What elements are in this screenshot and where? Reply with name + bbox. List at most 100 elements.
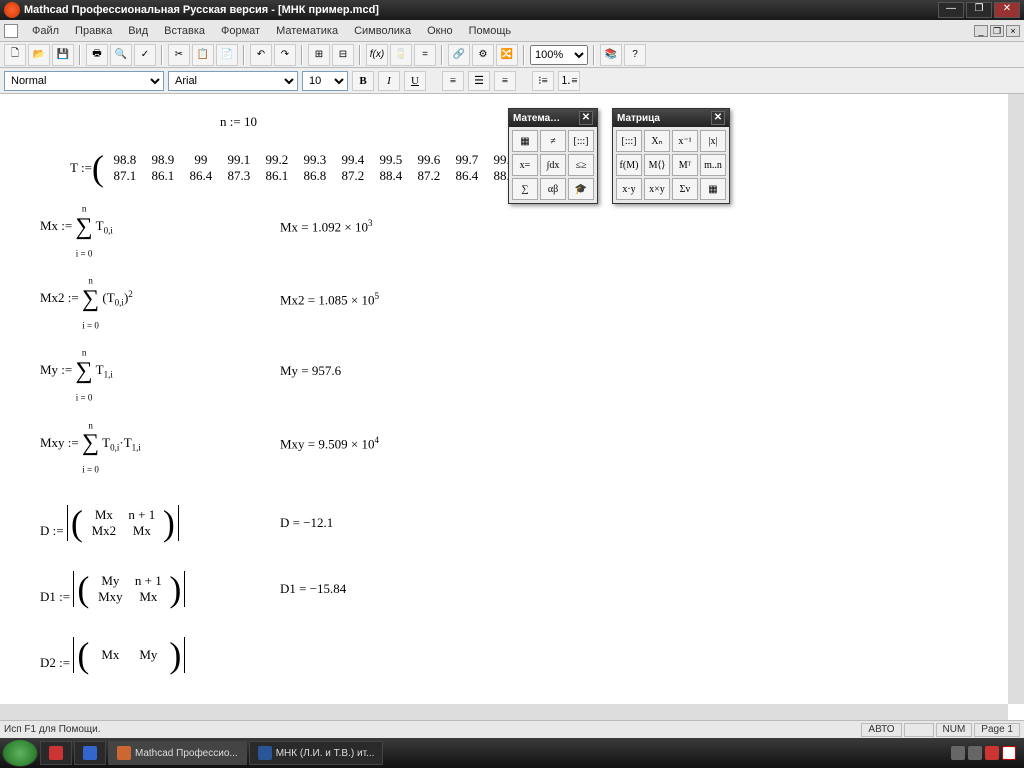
doc-icon	[4, 24, 18, 38]
eq-Mx[interactable]: Mx := n ∑ i = 0 T0,i Mx = 1.092 × 103	[40, 196, 984, 258]
eq-D[interactable]: D := ( Mxn + 1 Mx2Mx ) D = −12.1	[40, 505, 984, 541]
align-center-button[interactable]: ☰	[468, 71, 490, 91]
palette-button[interactable]: m..n	[700, 154, 726, 176]
save-button[interactable]: 💾	[52, 44, 74, 66]
size-select[interactable]: 10	[302, 71, 348, 91]
undo-button[interactable]: ↶	[250, 44, 272, 66]
palette-button[interactable]: ▦	[700, 178, 726, 200]
palette-button[interactable]: ∫dx	[540, 154, 566, 176]
bold-button[interactable]: B	[352, 71, 374, 91]
task-mathcad[interactable]: Mathcad Профессио...	[108, 741, 247, 765]
eq-Mx2[interactable]: Mx2 := n ∑ i = 0 (T0,i)2 Mx2 = 1.085 × 1…	[40, 268, 984, 330]
format-toolbar: Normal Arial 10 B I U ≡ ☰ ≡ ⁝≡ ⒈≡	[0, 68, 1024, 94]
component1-button[interactable]: 🔗	[448, 44, 470, 66]
maximize-button[interactable]: ❐	[966, 2, 992, 18]
minimize-button[interactable]: —	[938, 2, 964, 18]
mdi-minimize[interactable]: _	[974, 25, 988, 37]
palette-button[interactable]: |x|	[700, 130, 726, 152]
eq-My[interactable]: My := n ∑ i = 0 T1,i My = 957.6	[40, 340, 984, 402]
align2-button[interactable]: ⊟	[332, 44, 354, 66]
close-button[interactable]: ✕	[994, 2, 1020, 18]
palette-button[interactable]: Σv	[672, 178, 698, 200]
matrix-palette[interactable]: Матрица✕ [:::]Xₙx⁻¹|x|f(M)M⟨⟩Mᵀm..nx·yx×…	[612, 108, 730, 204]
palette-button[interactable]: x×y	[644, 178, 670, 200]
calc-button[interactable]: =	[414, 44, 436, 66]
help-button[interactable]: ?	[624, 44, 646, 66]
palette-button[interactable]: ▦	[512, 130, 538, 152]
menu-math[interactable]: Математика	[268, 23, 346, 39]
task-word[interactable]: МНК (Л.И. и Т.В.) ит...	[249, 741, 384, 765]
italic-button[interactable]: I	[378, 71, 400, 91]
paste-button[interactable]: 📄	[216, 44, 238, 66]
main-toolbar: 🗋 📂 💾 🖶 🔍 ✓ ✂ 📋 📄 ↶ ↷ ⊞ ⊟ f(x) 🥛 = 🔗 ⚙ 🔀…	[0, 42, 1024, 68]
app-icon	[4, 2, 20, 18]
copy-button[interactable]: 📋	[192, 44, 214, 66]
palette-button[interactable]: Xₙ	[644, 130, 670, 152]
scroll-horizontal[interactable]	[0, 704, 1008, 720]
palette-button[interactable]: x=	[512, 154, 538, 176]
eq-D2[interactable]: D2 := ( MxMy )	[40, 637, 984, 673]
mdi-close[interactable]: ×	[1006, 25, 1020, 37]
start-button[interactable]	[2, 739, 38, 767]
tray-lang-icon[interactable]	[1002, 746, 1016, 760]
tray-icon[interactable]	[968, 746, 982, 760]
quick-launch-1[interactable]	[40, 741, 72, 765]
math-palette-close[interactable]: ✕	[579, 111, 593, 125]
palette-button[interactable]: ≠	[540, 130, 566, 152]
zoom-select[interactable]: 100%	[530, 45, 588, 65]
palette-button[interactable]: [:::]	[616, 130, 642, 152]
align-left-button[interactable]: ≡	[442, 71, 464, 91]
print-button[interactable]: 🖶	[86, 44, 108, 66]
math-palette-title: Матема…	[513, 113, 560, 124]
component2-button[interactable]: ⚙	[472, 44, 494, 66]
status-help: Исп F1 для Помощи.	[4, 724, 100, 735]
palette-button[interactable]: f(M)	[616, 154, 642, 176]
style-select[interactable]: Normal	[4, 71, 164, 91]
menu-edit[interactable]: Правка	[67, 23, 120, 39]
mdi-restore[interactable]: ❐	[990, 25, 1004, 37]
menu-symbolic[interactable]: Символика	[346, 23, 419, 39]
system-tray[interactable]	[945, 746, 1022, 760]
numbering-button[interactable]: ⒈≡	[558, 71, 580, 91]
status-num: NUM	[936, 723, 973, 737]
new-button[interactable]: 🗋	[4, 44, 26, 66]
preview-button[interactable]: 🔍	[110, 44, 132, 66]
palette-button[interactable]: αβ	[540, 178, 566, 200]
align-right-button[interactable]: ≡	[494, 71, 516, 91]
align-button[interactable]: ⊞	[308, 44, 330, 66]
palette-button[interactable]: Mᵀ	[672, 154, 698, 176]
tray-icon[interactable]	[985, 746, 999, 760]
menu-view[interactable]: Вид	[120, 23, 156, 39]
bullets-button[interactable]: ⁝≡	[532, 71, 554, 91]
redo-button[interactable]: ↷	[274, 44, 296, 66]
spellcheck-button[interactable]: ✓	[134, 44, 156, 66]
quick-launch-2[interactable]	[74, 741, 106, 765]
palette-button[interactable]: ≤≥	[568, 154, 594, 176]
cut-button[interactable]: ✂	[168, 44, 190, 66]
palette-button[interactable]: x·y	[616, 178, 642, 200]
eq-Mxy[interactable]: Mxy := n ∑ i = 0 T0,i·T1,i Mxy = 9.509 ×…	[40, 413, 984, 475]
math-palette[interactable]: Матема… ✕ ▦≠[:::]x=∫dx≤≥∑αβ🎓	[508, 108, 598, 204]
units-button[interactable]: 🥛	[390, 44, 412, 66]
matrix-palette-close[interactable]: ✕	[711, 111, 725, 125]
menu-file[interactable]: Файл	[24, 23, 67, 39]
eq-D1[interactable]: D1 := ( Myn + 1 MxyMx ) D1 = −15.84	[40, 571, 984, 607]
eq-n[interactable]: n := 10	[220, 114, 984, 130]
function-button[interactable]: f(x)	[366, 44, 388, 66]
underline-button[interactable]: U	[404, 71, 426, 91]
palette-button[interactable]: ∑	[512, 178, 538, 200]
palette-button[interactable]: 🎓	[568, 178, 594, 200]
scroll-vertical[interactable]	[1008, 94, 1024, 704]
menu-insert[interactable]: Вставка	[156, 23, 213, 39]
menu-help[interactable]: Помощь	[461, 23, 520, 39]
menu-format[interactable]: Формат	[213, 23, 268, 39]
palette-button[interactable]: [:::]	[568, 130, 594, 152]
palette-button[interactable]: x⁻¹	[672, 130, 698, 152]
resource-button[interactable]: 📚	[600, 44, 622, 66]
open-button[interactable]: 📂	[28, 44, 50, 66]
menu-window[interactable]: Окно	[419, 23, 461, 39]
tray-icon[interactable]	[951, 746, 965, 760]
palette-button[interactable]: M⟨⟩	[644, 154, 670, 176]
component3-button[interactable]: 🔀	[496, 44, 518, 66]
font-select[interactable]: Arial	[168, 71, 298, 91]
